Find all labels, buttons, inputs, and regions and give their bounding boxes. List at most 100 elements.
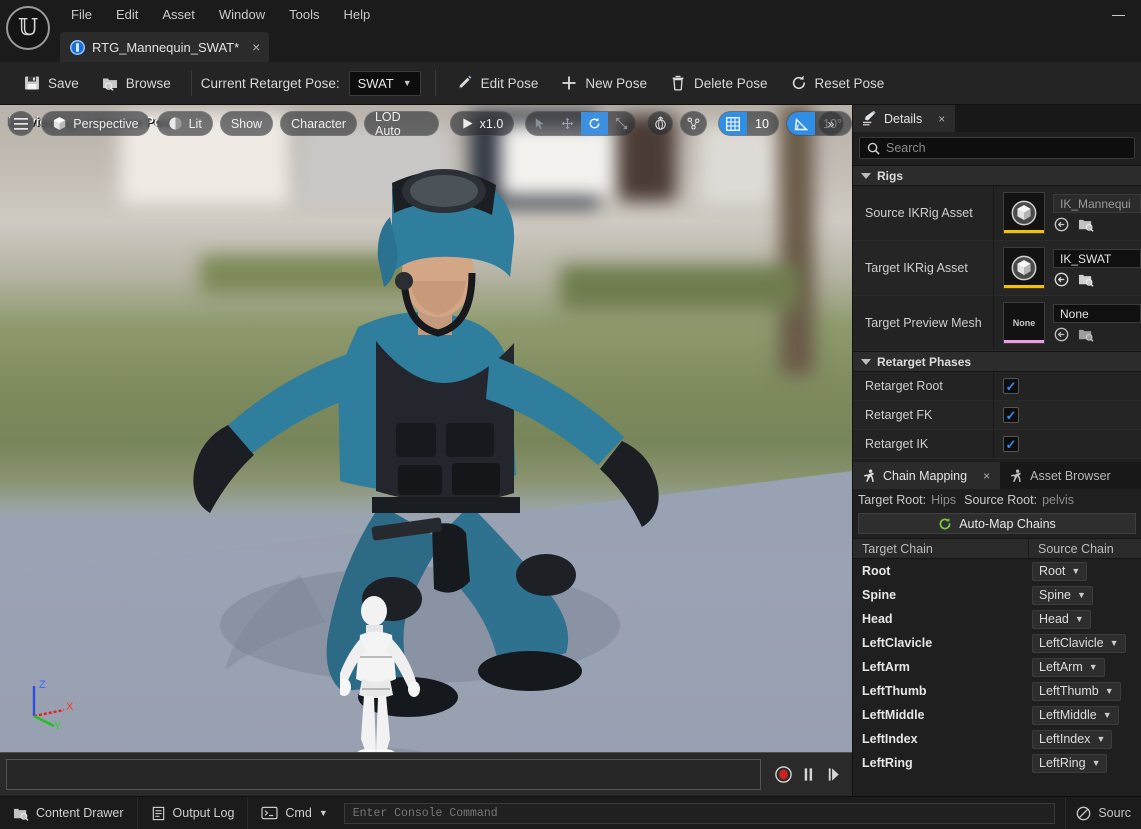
save-label: Save <box>48 75 79 91</box>
tab-details[interactable]: Details × <box>853 105 956 132</box>
source-chain-dropdown[interactable]: LeftRing ▼ <box>1032 753 1108 773</box>
table-row[interactable]: LeftMiddle LeftMiddle ▼ <box>853 703 1141 727</box>
source-chain-dropdown[interactable]: Spine ▼ <box>1032 585 1093 605</box>
grid-snap-control[interactable]: 10 <box>717 111 779 136</box>
source-root-label: Source Root: <box>964 492 1038 507</box>
asset-thumbnail[interactable]: None <box>1003 302 1045 344</box>
menu-item-edit[interactable]: Edit <box>105 4 149 25</box>
viewport-character-label: Character <box>291 116 346 131</box>
edit-pose-button[interactable]: Edit Pose <box>445 67 550 99</box>
cmd-dropdown[interactable]: Cmd ▼ <box>248 797 333 829</box>
table-row[interactable]: Head Head ▼ <box>853 607 1141 631</box>
menu-item-file[interactable]: File <box>60 4 103 25</box>
viewport-viewmode-button[interactable]: Lit <box>156 111 213 136</box>
menu-item-asset[interactable]: Asset <box>151 4 206 25</box>
world-coordinate-toggle[interactable] <box>647 111 674 136</box>
retarget-fk-checkbox[interactable]: ✓ <box>1003 407 1019 423</box>
viewport-perspective-button[interactable]: Perspective <box>41 111 150 136</box>
browse-button[interactable]: Browse <box>90 67 182 99</box>
use-selected-asset-icon[interactable] <box>1054 217 1069 232</box>
browse-to-asset-icon[interactable] <box>1078 272 1094 287</box>
category-header-retarget-phases[interactable]: Retarget Phases <box>853 351 1141 372</box>
asset-type-accent <box>1004 285 1044 288</box>
retarget-root-checkbox[interactable]: ✓ <box>1003 378 1019 394</box>
double-chevron-right-icon: » <box>827 116 835 131</box>
3d-viewport[interactable]: Previewing Reference Pose <box>0 105 852 752</box>
chain-table-body[interactable]: Root Root ▼ Spine Spine ▼ Head Head ▼ Le… <box>853 559 1141 796</box>
menu-item-tools[interactable]: Tools <box>278 4 330 25</box>
scale-icon[interactable] <box>608 112 635 135</box>
viewport-playrate-button[interactable]: x1.0 <box>449 111 515 136</box>
table-row[interactable]: Spine Spine ▼ <box>853 583 1141 607</box>
retarget-ik-checkbox[interactable]: ✓ <box>1003 436 1019 452</box>
viewport-lod-button[interactable]: LOD Auto <box>363 110 439 138</box>
viewport-character-button[interactable]: Character <box>280 111 357 136</box>
property-row-target-ikrig: Target IKRig Asset IK_SWAT <box>853 241 1141 296</box>
asset-thumbnail[interactable] <box>1003 192 1045 234</box>
asset-value-box[interactable]: IK_Mannequi <box>1053 194 1141 213</box>
source-chain-dropdown[interactable]: LeftMiddle ▼ <box>1032 705 1119 725</box>
step-forward-button[interactable] <box>821 760 846 790</box>
search-input[interactable]: Search <box>859 137 1135 159</box>
current-retarget-pose-dropdown[interactable]: SWAT ▼ <box>348 70 421 96</box>
asset-type-accent <box>1004 340 1044 343</box>
category-header-rigs[interactable]: Rigs <box>853 165 1141 186</box>
close-icon[interactable]: × <box>983 469 990 483</box>
document-tab[interactable]: RTG_Mannequin_SWAT* × <box>60 32 270 62</box>
viewport-show-button[interactable]: Show <box>219 111 274 136</box>
table-row[interactable]: LeftRing LeftRing ▼ <box>853 751 1141 775</box>
browse-to-asset-icon[interactable] <box>1078 217 1094 232</box>
source-chain-dropdown[interactable]: LeftClavicle ▼ <box>1032 633 1126 653</box>
column-header-target-chain[interactable]: Target Chain <box>853 539 1029 558</box>
table-row[interactable]: LeftClavicle LeftClavicle ▼ <box>853 631 1141 655</box>
use-selected-asset-icon[interactable] <box>1054 272 1069 287</box>
asset-value-box[interactable]: IK_SWAT <box>1053 249 1141 268</box>
rotate-icon[interactable] <box>580 112 608 135</box>
menu-item-window[interactable]: Window <box>208 4 276 25</box>
content-drawer-button[interactable]: Content Drawer <box>0 797 138 829</box>
select-icon[interactable] <box>526 112 553 135</box>
source-control-label: Sourc <box>1098 806 1131 820</box>
save-button[interactable]: Save <box>12 67 90 99</box>
translate-icon[interactable] <box>554 112 581 135</box>
new-pose-button[interactable]: New Pose <box>549 67 658 99</box>
asset-picker: None <box>1053 304 1141 342</box>
tab-asset-browser[interactable]: Asset Browser <box>1000 462 1121 489</box>
asset-thumbnail[interactable] <box>1003 247 1045 289</box>
timeline-track[interactable] <box>6 759 761 790</box>
tab-details-label: Details <box>884 111 923 126</box>
property-value: ✓ <box>993 430 1141 458</box>
output-log-button[interactable]: Output Log <box>138 797 249 829</box>
source-chain-dropdown[interactable]: LeftThumb ▼ <box>1032 681 1121 701</box>
viewport-expand-toolbar-button[interactable]: » <box>818 111 844 136</box>
close-icon[interactable]: × <box>938 112 945 126</box>
pause-button[interactable] <box>796 760 821 790</box>
source-chain-value: LeftArm <box>1039 660 1083 674</box>
table-row[interactable]: LeftArm LeftArm ▼ <box>853 655 1141 679</box>
use-selected-asset-icon[interactable] <box>1054 327 1069 342</box>
delete-pose-button[interactable]: Delete Pose <box>658 67 779 99</box>
viewport-menu-button[interactable] <box>8 111 35 136</box>
source-chain-dropdown[interactable]: Head ▼ <box>1032 609 1091 629</box>
reset-pose-button[interactable]: Reset Pose <box>779 67 896 99</box>
browse-to-asset-icon[interactable] <box>1078 327 1094 342</box>
close-icon[interactable]: × <box>252 40 260 54</box>
thumbnail-none-label: None <box>1012 318 1036 328</box>
table-row[interactable]: LeftThumb LeftThumb ▼ <box>853 679 1141 703</box>
record-button[interactable] <box>771 760 796 790</box>
minimize-button[interactable] <box>1096 0 1141 30</box>
tab-chain-mapping[interactable]: Chain Mapping × <box>853 462 1001 489</box>
console-command-input[interactable]: Enter Console Command <box>343 802 1056 824</box>
surface-snap-toggle[interactable] <box>680 111 707 136</box>
asset-value-box[interactable]: None <box>1053 304 1141 323</box>
source-chain-dropdown[interactable]: LeftIndex ▼ <box>1032 729 1113 749</box>
menu-item-help[interactable]: Help <box>332 4 381 25</box>
source-control-button[interactable]: Sourc <box>1065 797 1141 829</box>
column-header-source-chain[interactable]: Source Chain <box>1029 539 1141 558</box>
table-row[interactable]: LeftIndex LeftIndex ▼ <box>853 727 1141 751</box>
source-chain-dropdown[interactable]: Root ▼ <box>1032 561 1088 581</box>
auto-map-chains-button[interactable]: Auto-Map Chains <box>858 513 1136 534</box>
table-row[interactable]: Root Root ▼ <box>853 559 1141 583</box>
unreal-engine-logo-icon[interactable]: 𝕌 <box>6 6 50 50</box>
source-chain-dropdown[interactable]: LeftArm ▼ <box>1032 657 1105 677</box>
